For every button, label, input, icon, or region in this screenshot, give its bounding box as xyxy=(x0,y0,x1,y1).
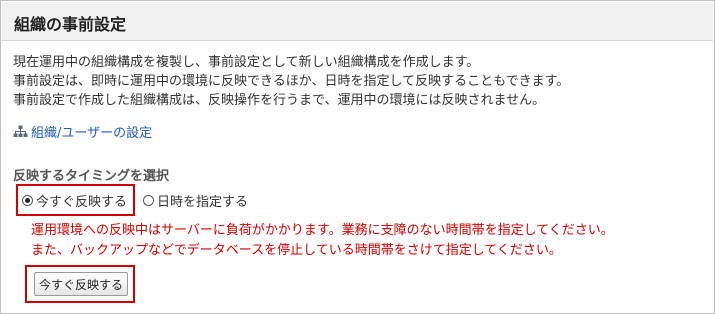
radio-apply-now-label[interactable]: 今すぐ反映する xyxy=(36,191,127,210)
apply-button-highlight: 今すぐ反映する xyxy=(25,265,135,303)
radio-specify-datetime[interactable]: 日時を指定する xyxy=(143,185,248,215)
description: 現在運用中の組織構成を複製し、事前設定として新しい組織構成を作成します。 事前設… xyxy=(13,53,569,110)
warning-line: また、バックアップなどでデータベースを停止している時間帯をさけて指定してください… xyxy=(31,243,562,258)
radio-apply-now[interactable]: 今すぐ反映する xyxy=(16,184,136,216)
org-user-settings-link-label[interactable]: 組織/ユーザーの設定 xyxy=(31,122,152,141)
warning-line: 運用環境への反映中はサーバーに負荷がかかります。業務に支障のない時間帯を指定して… xyxy=(31,223,614,238)
settings-panel: 組織の事前設定 現在運用中の組織構成を複製し、事前設定として新しい組織構成を作成… xyxy=(0,0,715,314)
description-line: 事前設定で作成した組織構成は、反映操作を行うまで、運用中の環境には反映されません… xyxy=(13,93,546,108)
page-title: 組織の事前設定 xyxy=(14,15,127,34)
apply-now-button[interactable]: 今すぐ反映する xyxy=(34,272,128,296)
description-line: 現在運用中の組織構成を複製し、事前設定として新しい組織構成を作成します。 xyxy=(13,55,480,70)
org-user-settings-link[interactable]: 組織/ユーザーの設定 xyxy=(13,122,152,141)
radio-specify-datetime-label[interactable]: 日時を指定する xyxy=(157,191,248,210)
radio-unselected-icon[interactable] xyxy=(143,194,155,206)
panel-header: 組織の事前設定 xyxy=(2,2,713,41)
timing-radio-group: 今すぐ反映する 日時を指定する xyxy=(16,184,248,216)
org-tree-icon xyxy=(13,125,28,137)
description-line: 事前設定は、即時に運用中の環境に反映できるほか、日時を指定して反映することもでき… xyxy=(13,74,570,89)
radio-selected-icon[interactable] xyxy=(22,194,33,206)
timing-section-label: 反映するタイミングを選択 xyxy=(13,169,170,184)
server-load-warning: 運用環境への反映中はサーバーに負荷がかかります。業務に支障のない時間帯を指定して… xyxy=(31,221,614,261)
